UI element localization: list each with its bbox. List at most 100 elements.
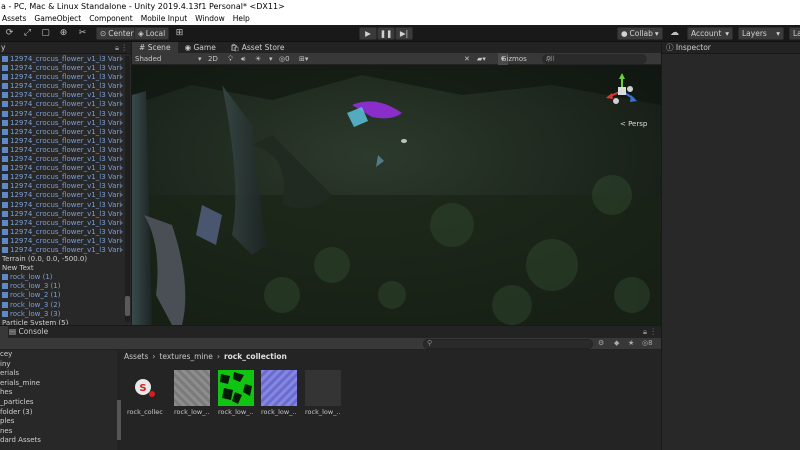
hierarchy-item[interactable]: 12974_crocus_flower_v1_l3 Vari › [0,100,131,109]
favorite-star-icon[interactable]: ★ [628,339,634,347]
chevron-right-icon[interactable]: › [120,119,123,128]
folder-item[interactable]: hes [0,388,118,398]
account-dropdown[interactable]: Account ▾ [687,27,733,40]
rotate-tool-icon[interactable]: ⟳ [2,27,17,40]
layers-dropdown[interactable]: Layers ▾ [738,27,784,40]
folder-item[interactable]: erials_mine [0,379,118,389]
menu-gameobject[interactable]: GameObject [34,13,81,25]
folder-item[interactable]: _particles [0,398,118,408]
asset-tile[interactable]: Srock_collec... [127,370,163,416]
hierarchy-item[interactable]: 12974_crocus_flower_v1_l3 Vari › [0,237,131,246]
folder-item[interactable]: iny [0,360,118,370]
hierarchy-item[interactable]: 12974_crocus_flower_v1_l3 Vari › [0,201,131,210]
chevron-right-icon[interactable]: › [120,91,123,100]
asset-tile[interactable]: rock_low_... [305,370,341,416]
step-button[interactable]: ▶| [395,27,413,40]
folder-item[interactable]: folder (3) [0,408,118,418]
chevron-right-icon[interactable]: › [120,173,123,182]
filter-type-icon[interactable]: ⚙ [598,339,604,347]
tab-console[interactable]: ▤ Console [5,326,52,338]
chevron-right-icon[interactable]: › [120,137,123,146]
menu-assets[interactable]: Assets [2,13,26,25]
folder-item[interactable]: cey [0,350,118,360]
project-search-input[interactable]: ⚲ [423,339,593,349]
hierarchy-item[interactable]: 12974_crocus_flower_v1_l3 Vari › [0,73,131,82]
effects-dropdown-icon[interactable]: ▾ [269,53,273,65]
chevron-right-icon[interactable]: › [120,146,123,155]
audio-icon[interactable]: 🔊︎ [241,53,245,65]
tools-icon[interactable]: ✕ [464,53,470,65]
chevron-right-icon[interactable]: › [120,110,123,119]
hierarchy-item[interactable]: rock_low_3 (1) [0,282,131,291]
pivot-center-button[interactable]: ⊙ Center [96,27,138,40]
rect-tool-icon[interactable]: ▢ [38,27,53,40]
hierarchy-item[interactable]: 12974_crocus_flower_v1_l3 Vari › [0,182,131,191]
hierarchy-item[interactable]: 12974_crocus_flower_v1_l3 Vari › [0,110,131,119]
hierarchy-item[interactable]: 12974_crocus_flower_v1_l3 Vari › [0,246,131,255]
hierarchy-item[interactable]: 12974_crocus_flower_v1_l3 Vari › [0,164,131,173]
hierarchy-item[interactable]: New Text [0,264,131,273]
effects-icon[interactable]: ☀ [255,53,261,65]
scale-tool-icon[interactable]: ⤢ [20,27,35,40]
chevron-right-icon[interactable]: › [120,237,123,246]
chevron-right-icon[interactable]: › [120,182,123,191]
menu-component[interactable]: Component [89,13,133,25]
folder-item[interactable]: dard Assets [0,436,118,446]
cloud-icon[interactable]: ☁ [667,27,682,40]
hierarchy-item[interactable]: 12974_crocus_flower_v1_l3 Vari › [0,55,131,64]
menu-mobile-input[interactable]: Mobile Input [141,13,187,25]
chevron-right-icon[interactable]: › [120,100,123,109]
transform-tool-icon[interactable]: ⊕ [56,27,71,40]
chevron-right-icon[interactable]: › [120,73,123,82]
menu-dots-icon[interactable]: ⋮ [121,42,129,54]
chevron-right-icon[interactable]: › [120,82,123,91]
chevron-right-icon[interactable]: › [120,55,123,64]
scene-search-input[interactable]: ⚲ All [542,54,647,64]
grid-snap-icon[interactable]: ⊞ [172,27,187,40]
tab-asset-store[interactable]: 🛍︎ Asset Store [223,42,292,53]
hierarchy-item[interactable]: 12974_crocus_flower_v1_l3 Vari › [0,146,131,155]
chevron-right-icon[interactable]: › [120,246,123,255]
camera-icon[interactable]: ▰▾ [477,53,486,65]
play-button[interactable]: ▶ [359,27,377,40]
layout-dropdown[interactable]: La [789,27,800,40]
hierarchy-item[interactable]: rock_low_3 (2) [0,301,131,310]
pause-button[interactable]: ❚❚ [377,27,395,40]
chevron-right-icon[interactable]: › [120,64,123,73]
hierarchy-item[interactable]: 12974_crocus_flower_v1_l3 Vari › [0,155,131,164]
hierarchy-item[interactable]: rock_low (1) [0,273,131,282]
orientation-gizmo[interactable] [602,71,642,111]
tab-game[interactable]: ◉ Game [178,42,223,53]
hierarchy-item[interactable]: 12974_crocus_flower_v1_l3 Vari › [0,137,131,146]
hierarchy-item[interactable]: 12974_crocus_flower_v1_l3 Vari › [0,228,131,237]
breadcrumb-textures-mine[interactable]: textures_mine [159,352,213,362]
gizmos-dropdown[interactable]: Gizmos ▾ [498,53,527,65]
folder-item[interactable]: ples [0,417,118,427]
breadcrumb-rock-collection[interactable]: rock_collection [224,352,287,362]
hidden-objects-icon[interactable]: ◎0 [279,53,290,65]
custom-tool-icon[interactable]: ✂ [75,27,90,40]
chevron-right-icon[interactable]: › [120,219,123,228]
grid-icon[interactable]: ⊞▾ [299,53,308,65]
folder-item[interactable]: erials [0,369,118,379]
hierarchy-item[interactable]: 12974_crocus_flower_v1_l3 Vari › [0,191,131,200]
chevron-right-icon[interactable]: › [120,164,123,173]
hierarchy-item[interactable]: 12974_crocus_flower_v1_l3 Vari › [0,82,131,91]
lighting-icon[interactable]: 💡︎ [228,53,233,65]
menu-help[interactable]: Help [233,13,250,25]
hierarchy-item[interactable]: rock_low_3 (3) [0,310,131,319]
space-local-button[interactable]: ◈ Local [134,27,170,40]
hierarchy-item[interactable]: Terrain (0.0, 0.0, -500.0) [0,255,131,264]
menu-window[interactable]: Window [195,13,225,25]
hierarchy-scroll-thumb[interactable] [125,296,130,316]
hierarchy-item[interactable]: rock_low_2 (1) [0,291,131,300]
chevron-right-icon[interactable]: › [120,201,123,210]
hierarchy-item[interactable]: 12974_crocus_flower_v1_l3 Vari › [0,210,131,219]
scene-viewport[interactable]: < Persp [132,65,661,325]
projection-label[interactable]: < Persp [620,120,647,128]
chevron-right-icon[interactable]: › [120,210,123,219]
chevron-right-icon[interactable]: › [120,155,123,164]
asset-tile[interactable]: rock_low_... [174,370,210,416]
hierarchy-tab[interactable]: y 🔒︎ ⋮ [0,42,131,54]
breadcrumb-assets[interactable]: Assets [124,352,148,362]
